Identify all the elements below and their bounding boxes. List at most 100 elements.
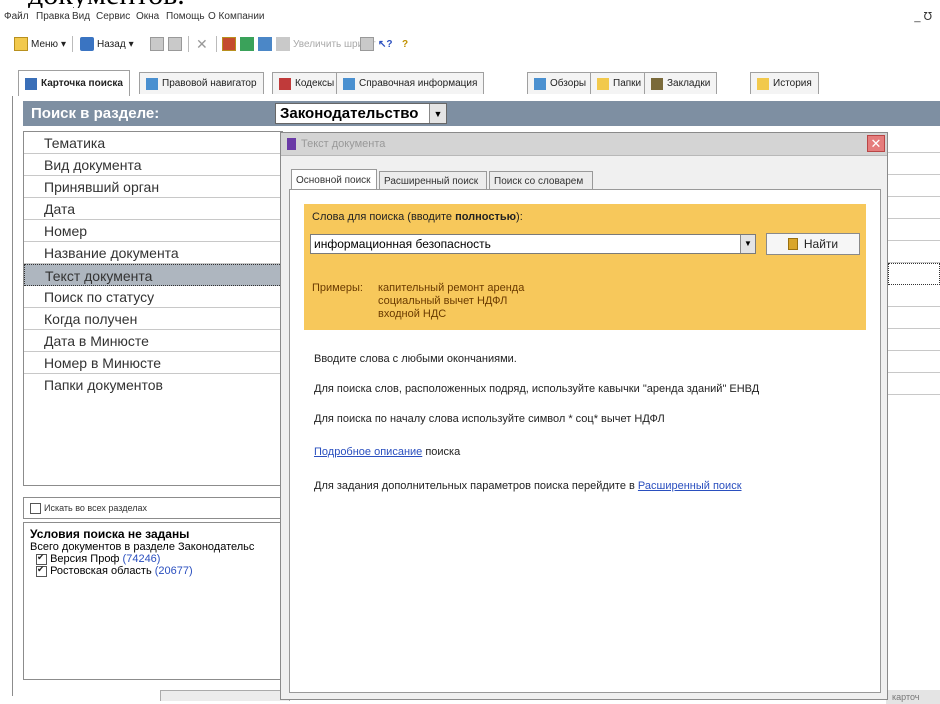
tab-search-card[interactable]: Карточка поиска <box>18 70 130 96</box>
list-item-selected[interactable]: Текст документа <box>24 264 282 286</box>
chevron-down-icon: ▾ <box>61 38 67 50</box>
toolbar: Меню ▾ Назад ▾ ✕ Увеличить шрифт ↖? ? <box>0 31 940 57</box>
list-item[interactable]: Дата <box>24 198 282 220</box>
field-value-row[interactable] <box>888 219 940 241</box>
bottom-scrollbar[interactable] <box>160 690 290 701</box>
font-size-icon <box>276 37 290 51</box>
print-button[interactable] <box>222 35 236 53</box>
menu-bar: Файл Правка Вид Сервис Окна Помощь О Ком… <box>0 8 940 28</box>
dialog-title-bar[interactable]: Текст документа ✕ <box>281 133 887 156</box>
tab-dictionary-search[interactable]: Поиск со словарем <box>489 171 593 190</box>
field-value-row[interactable] <box>888 329 940 351</box>
toolbar-separator <box>216 36 217 52</box>
menu-help[interactable]: Помощь <box>166 11 205 22</box>
font-decrease-icon <box>360 37 374 51</box>
help-pointer-button[interactable]: ↖? <box>378 35 393 53</box>
example-item: социальный вычет НДФЛ <box>378 295 508 307</box>
paste-icon <box>168 37 182 51</box>
list-item[interactable]: Принявший орган <box>24 176 282 198</box>
menu-button[interactable]: Меню ▾ <box>14 35 66 53</box>
field-value-row[interactable] <box>888 373 940 395</box>
chevron-down-icon[interactable]: ▼ <box>429 104 446 123</box>
field-value-row[interactable] <box>888 263 940 285</box>
tab-bookmarks[interactable]: Закладки <box>644 72 718 94</box>
tab-history[interactable]: История <box>750 72 819 94</box>
export-button[interactable] <box>240 35 254 53</box>
menu-button-label: Меню <box>31 38 59 50</box>
condition-checkbox[interactable] <box>36 564 47 577</box>
field-value-row[interactable] <box>888 241 940 263</box>
chevron-down-icon: ▾ <box>128 38 134 50</box>
menu-view[interactable]: Вид <box>72 11 90 22</box>
list-item[interactable]: Номер в Минюсте <box>24 352 282 374</box>
window-controls[interactable]: _ ℧ <box>914 10 932 23</box>
details-link[interactable]: Подробное описание <box>314 446 422 458</box>
tab-legal-navigator[interactable]: Правовой навигатор <box>139 72 264 94</box>
condition-count[interactable]: (20677) <box>155 565 193 577</box>
codes-icon <box>279 77 291 90</box>
search-label-suffix: ): <box>516 211 523 223</box>
field-value-row[interactable] <box>888 175 940 197</box>
field-value-row[interactable] <box>888 131 940 153</box>
list-item[interactable]: Номер <box>24 220 282 242</box>
font-decrease-button[interactable] <box>360 35 374 53</box>
search-area: Слова для поиска (вводите полностью): ин… <box>304 204 866 330</box>
menu-service[interactable]: Сервис <box>96 11 130 22</box>
search-all-checkbox[interactable] <box>30 503 41 514</box>
back-button[interactable]: Назад ▾ <box>80 35 134 53</box>
menu-windows[interactable]: Окна <box>136 11 159 22</box>
search-conditions-panel: Условия поиска не заданы Всего документо… <box>23 522 283 680</box>
field-value-row[interactable] <box>888 307 940 329</box>
field-value-row[interactable] <box>888 351 940 373</box>
tab-basic-search[interactable]: Основной поиск <box>291 169 377 190</box>
find-button[interactable]: Найти <box>766 233 860 255</box>
search-all-label[interactable]: Искать во всех разделах <box>44 503 147 513</box>
condition-count[interactable]: (74246) <box>123 553 161 565</box>
copy-button[interactable] <box>150 35 164 53</box>
hint-endings: Вводите слова с любыми окончаниями. <box>314 353 517 365</box>
condition-item: Версия Проф (74246) <box>30 552 276 565</box>
field-value-row[interactable] <box>888 153 940 175</box>
tab-label: Обзоры <box>550 78 587 89</box>
document-icon <box>287 138 296 150</box>
menu-file[interactable]: Файл <box>4 11 29 22</box>
list-item[interactable]: Вид документа <box>24 154 282 176</box>
copy-icon <box>150 37 164 51</box>
menu-edit[interactable]: Правка <box>36 11 70 22</box>
field-value-row[interactable] <box>888 285 940 307</box>
tab-extended-search[interactable]: Расширенный поиск <box>379 171 487 190</box>
paste-button[interactable] <box>168 35 182 53</box>
field-values-column <box>888 131 940 431</box>
word-button[interactable] <box>258 35 272 53</box>
status-card-text: карточ <box>892 692 920 702</box>
delete-button[interactable]: ✕ <box>196 35 208 53</box>
list-item[interactable]: Дата в Минюсте <box>24 330 282 352</box>
list-item[interactable]: Поиск по статусу <box>24 286 282 308</box>
help-button[interactable]: ? <box>402 35 408 53</box>
list-item[interactable]: Когда получен <box>24 308 282 330</box>
tab-folders[interactable]: Папки <box>590 72 649 94</box>
menu-about[interactable]: О Компании <box>208 11 265 22</box>
section-select[interactable]: Законодательство ▼ <box>275 103 447 124</box>
folder-icon <box>597 77 609 90</box>
search-all-row: Искать во всех разделах <box>23 497 283 519</box>
conditions-total: Всего документов в разделе Законодательс <box>30 541 255 553</box>
search-input[interactable]: информационная безопасность ▼ <box>310 234 756 254</box>
tab-codes[interactable]: Кодексы <box>272 72 342 94</box>
toolbar-separator <box>188 36 189 52</box>
tab-label: История <box>773 78 812 89</box>
extended-search-link[interactable]: Расширенный поиск <box>638 480 742 492</box>
list-item[interactable]: Папки документов <box>24 374 282 396</box>
menu-icon <box>14 37 28 51</box>
close-icon: ✕ <box>196 35 208 52</box>
list-item[interactable]: Тематика <box>24 132 282 154</box>
chevron-down-icon[interactable]: ▼ <box>740 235 755 253</box>
field-value-row[interactable] <box>888 197 940 219</box>
tab-reviews[interactable]: Обзоры <box>527 72 594 94</box>
find-button-label: Найти <box>803 237 839 251</box>
list-item[interactable]: Название документа <box>24 242 282 264</box>
tab-reference[interactable]: Справочная информация <box>336 72 485 94</box>
reference-icon <box>343 77 355 90</box>
details-line: Подробное описание поиска <box>314 446 460 458</box>
close-button[interactable]: ✕ <box>867 135 885 152</box>
